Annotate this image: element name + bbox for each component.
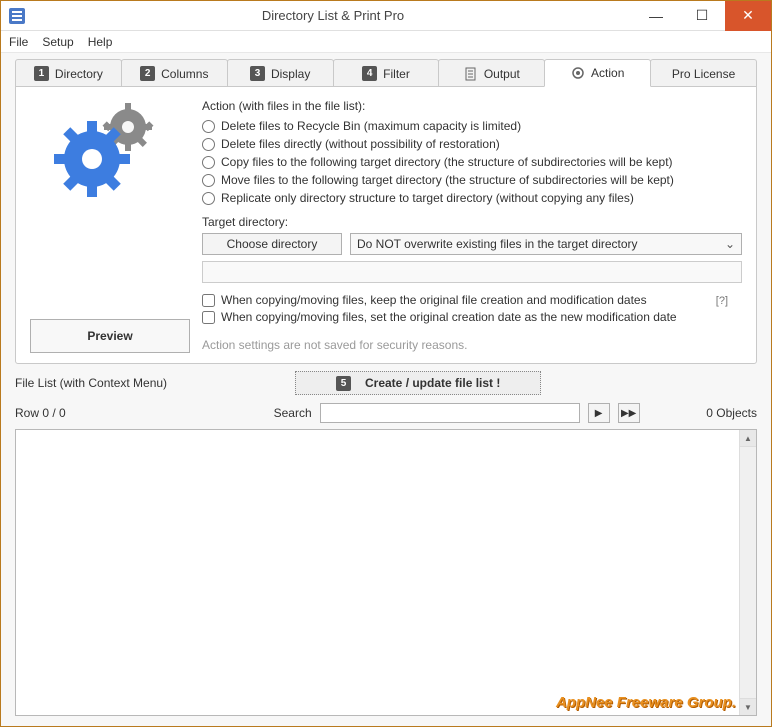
- search-row: Row 0 / 0 Search ▶ ▶▶ 0 Objects: [15, 403, 757, 423]
- target-row: Choose directory Do NOT overwrite existi…: [202, 233, 742, 255]
- target-path-field[interactable]: [202, 261, 742, 283]
- action-panel: Preview Action (with files in the file l…: [15, 86, 757, 364]
- maximize-button[interactable]: ☐: [679, 1, 725, 31]
- action-radio-group: Delete files to Recycle Bin (maximum cap…: [202, 119, 742, 205]
- menu-file[interactable]: File: [9, 35, 28, 49]
- tab-prolicense[interactable]: Pro License: [650, 59, 757, 87]
- radio-move[interactable]: Move files to the following target direc…: [202, 173, 742, 187]
- search-next-button[interactable]: ▶: [588, 403, 610, 423]
- help-link[interactable]: [?]: [716, 295, 728, 307]
- radio-replicate[interactable]: Replicate only directory structure to ta…: [202, 191, 742, 205]
- radio-recyclebin[interactable]: Delete files to Recycle Bin (maximum cap…: [202, 119, 742, 133]
- security-note: Action settings are not saved for securi…: [202, 338, 742, 352]
- tab-directory[interactable]: 1Directory: [15, 59, 122, 87]
- action-header: Action (with files in the file list):: [202, 99, 742, 113]
- overwrite-dropdown[interactable]: Do NOT overwrite existing files in the t…: [350, 233, 742, 255]
- app-window: Directory List & Print Pro — ☐ ✕ File Se…: [0, 0, 772, 727]
- radio-delete-direct[interactable]: Delete files directly (without possibili…: [202, 137, 742, 151]
- row-counter: Row 0 / 0: [15, 406, 185, 420]
- panel-left: Preview: [30, 99, 190, 353]
- object-count: 0 Objects: [706, 406, 757, 420]
- menu-help[interactable]: Help: [88, 35, 113, 49]
- menubar: File Setup Help: [1, 31, 771, 53]
- search-label: Search: [252, 406, 312, 420]
- window-buttons: — ☐ ✕: [633, 1, 771, 31]
- vertical-scrollbar[interactable]: ▲ ▼: [739, 430, 756, 715]
- target-label: Target directory:: [202, 215, 742, 229]
- content-area: 1Directory 2Columns 3Display 4Filter Out…: [1, 53, 771, 726]
- watermark-text: AppNee Freeware Group.: [556, 694, 736, 711]
- checkbox-set-moddate[interactable]: When copying/moving files, set the origi…: [202, 310, 742, 324]
- gears-icon: [50, 99, 170, 199]
- tab-display[interactable]: 3Display: [227, 59, 334, 87]
- window-title: Directory List & Print Pro: [33, 8, 633, 23]
- minimize-button[interactable]: —: [633, 1, 679, 31]
- create-update-button[interactable]: 5 Create / update file list !: [295, 371, 541, 395]
- radio-copy[interactable]: Copy files to the following target direc…: [202, 155, 742, 169]
- scroll-down-icon[interactable]: ▼: [740, 698, 756, 715]
- tabstrip: 1Directory 2Columns 3Display 4Filter Out…: [15, 59, 757, 87]
- tab-columns[interactable]: 2Columns: [121, 59, 228, 87]
- panel-right: Action (with files in the file list): De…: [202, 99, 742, 353]
- document-icon: [464, 67, 478, 81]
- close-button[interactable]: ✕: [725, 1, 771, 31]
- checkbox-keep-dates[interactable]: When copying/moving files, keep the orig…: [202, 293, 742, 307]
- titlebar: Directory List & Print Pro — ☐ ✕: [1, 1, 771, 31]
- app-icon: [7, 6, 27, 26]
- file-list-area[interactable]: ▲ ▼ AppNee Freeware Group.: [15, 429, 757, 716]
- choose-directory-button[interactable]: Choose directory: [202, 233, 342, 255]
- tab-action[interactable]: Action: [544, 59, 651, 87]
- search-input[interactable]: [320, 403, 580, 423]
- tab-output[interactable]: Output: [438, 59, 545, 87]
- filelist-header-row: File List (with Context Menu) 5 Create /…: [15, 371, 757, 395]
- scroll-up-icon[interactable]: ▲: [740, 430, 756, 447]
- gear-icon: [571, 66, 585, 80]
- filelist-label: File List (with Context Menu): [15, 376, 295, 390]
- menu-setup[interactable]: Setup: [42, 35, 73, 49]
- tab-filter[interactable]: 4Filter: [333, 59, 440, 87]
- preview-button[interactable]: Preview: [30, 319, 190, 353]
- search-last-button[interactable]: ▶▶: [618, 403, 640, 423]
